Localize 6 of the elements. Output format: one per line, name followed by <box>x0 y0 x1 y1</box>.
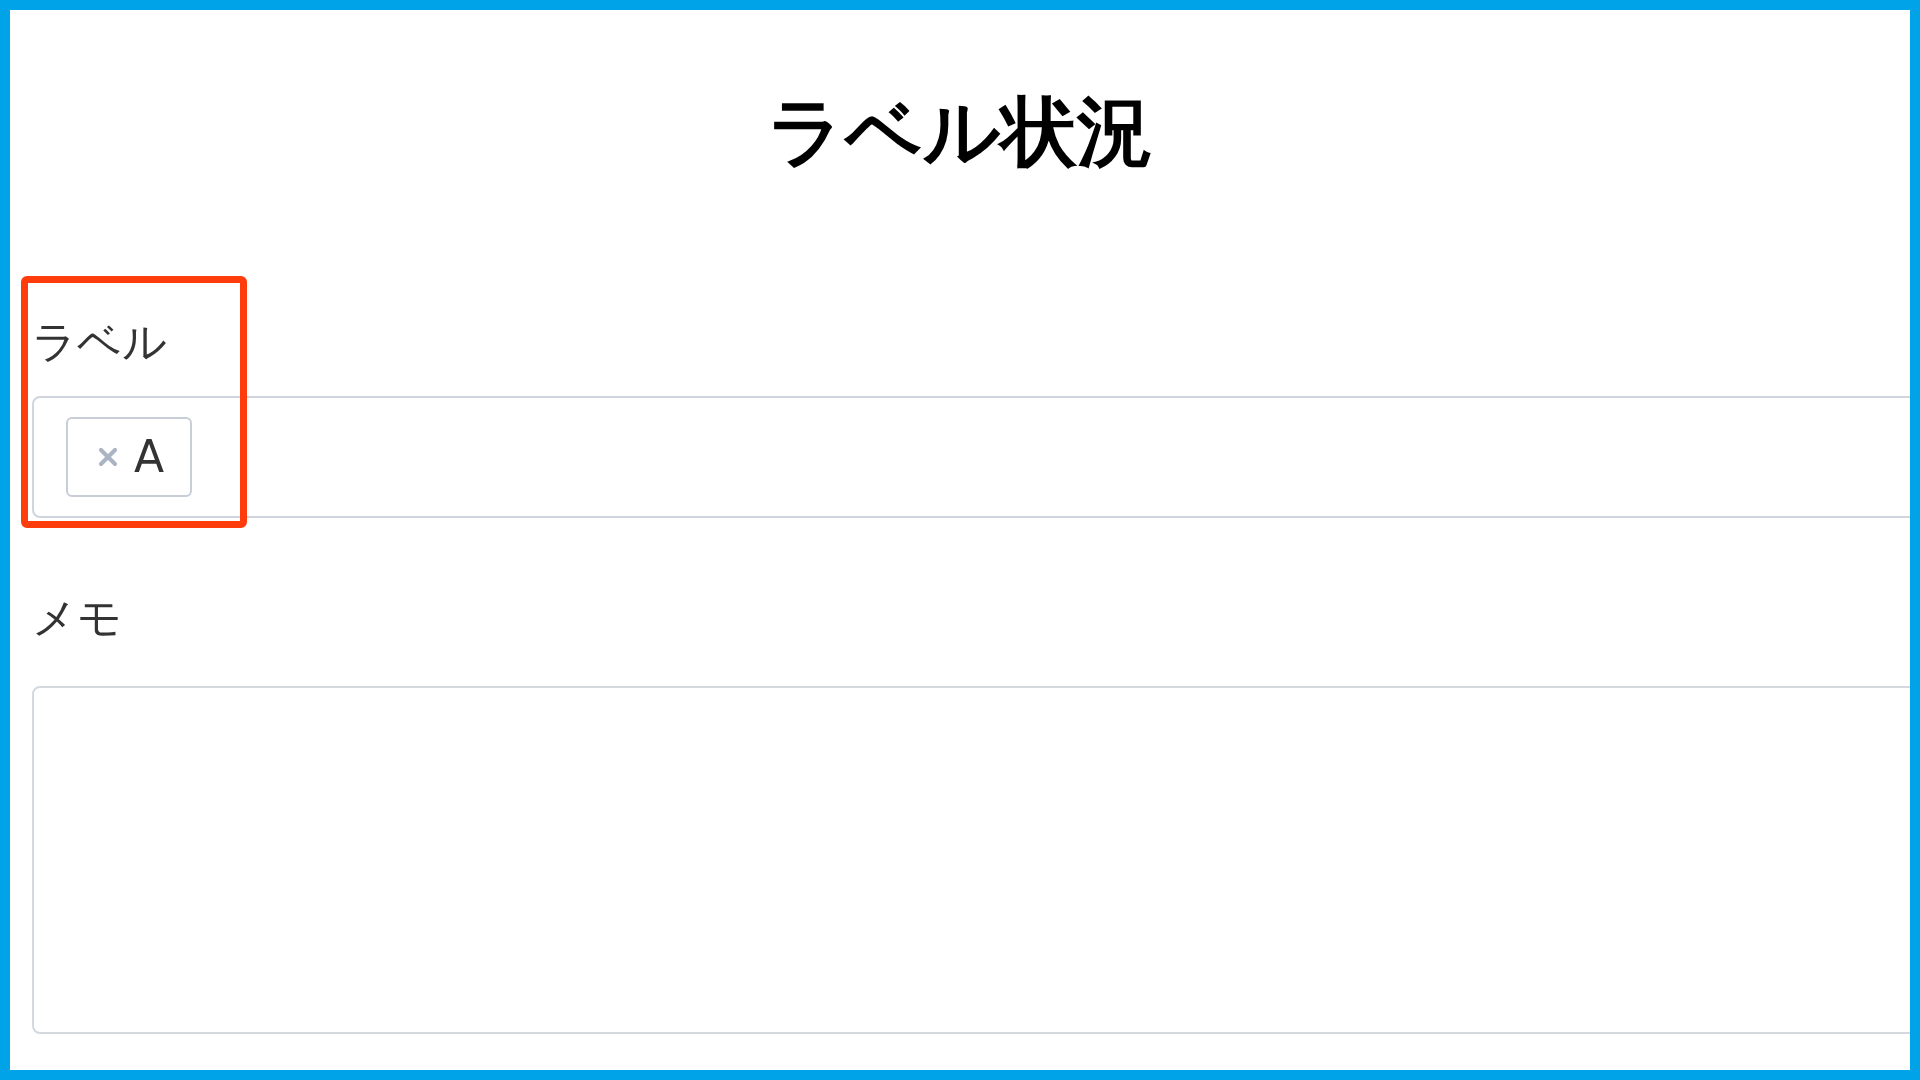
field-label: メモ <box>32 596 122 640</box>
tag-chip[interactable]: A <box>66 417 193 497</box>
tag-text: A <box>134 435 165 479</box>
tag-input-field[interactable]: A <box>32 396 1910 518</box>
page-title: ラベル状況 <box>767 94 1153 170</box>
field-label: ラベル <box>32 320 167 364</box>
